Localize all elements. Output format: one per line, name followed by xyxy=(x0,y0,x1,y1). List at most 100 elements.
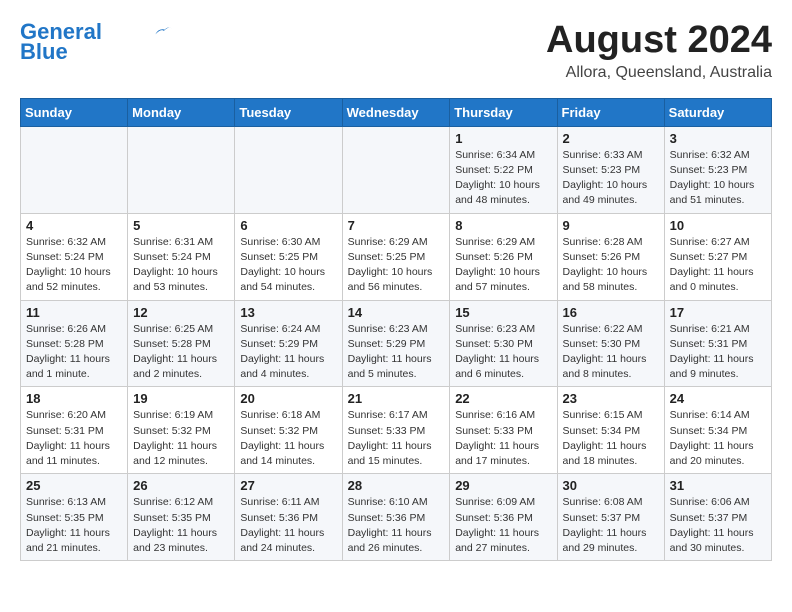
day-number: 20 xyxy=(240,391,336,406)
day-number: 24 xyxy=(670,391,766,406)
day-info: Sunrise: 6:30 AMSunset: 5:25 PMDaylight:… xyxy=(240,235,336,296)
day-info: Sunrise: 6:32 AMSunset: 5:24 PMDaylight:… xyxy=(26,235,122,296)
day-info: Sunrise: 6:17 AMSunset: 5:33 PMDaylight:… xyxy=(348,408,445,469)
calendar-header: SundayMondayTuesdayWednesdayThursdayFrid… xyxy=(21,98,772,126)
calendar-cell: 31 Sunrise: 6:06 AMSunset: 5:37 PMDayligh… xyxy=(664,474,771,561)
weekday-header-row: SundayMondayTuesdayWednesdayThursdayFrid… xyxy=(21,98,772,126)
week-row-3: 11Sunrise: 6:26 AMSunset: 5:28 PMDayligh… xyxy=(21,300,772,387)
calendar-cell xyxy=(21,126,128,213)
calendar-cell: 18 Sunrise: 6:20 AMSunset: 5:31 PMDayligh… xyxy=(21,387,128,474)
day-number: 1 xyxy=(455,131,551,146)
day-info: Sunrise: 6:08 AMSunset: 5:37 PMDaylight:… xyxy=(563,495,659,556)
calendar-cell xyxy=(128,126,235,213)
day-number: 7 xyxy=(348,218,445,233)
calendar-cell: 20 Sunrise: 6:18 AMSunset: 5:32 PMDayligh… xyxy=(235,387,342,474)
day-info: Sunrise: 6:23 AMSunset: 5:30 PMDaylight:… xyxy=(455,322,551,383)
day-number: 16 xyxy=(563,305,659,320)
day-number: 8 xyxy=(455,218,551,233)
day-info: Sunrise: 6:24 AMSunset: 5:29 PMDaylight:… xyxy=(240,322,336,383)
day-number: 9 xyxy=(563,218,659,233)
day-number: 21 xyxy=(348,391,445,406)
calendar-cell: 30Sunrise: 6:08 AMSunset: 5:37 PMDayligh… xyxy=(557,474,664,561)
weekday-header-sunday: Sunday xyxy=(21,98,128,126)
calendar-cell: 14 Sunrise: 6:23 AMSunset: 5:29 PMDayligh… xyxy=(342,300,450,387)
calendar-cell: 8 Sunrise: 6:29 AMSunset: 5:26 PMDaylight… xyxy=(450,213,557,300)
weekday-header-saturday: Saturday xyxy=(664,98,771,126)
calendar-cell: 22Sunrise: 6:16 AMSunset: 5:33 PMDayligh… xyxy=(450,387,557,474)
weekday-header-wednesday: Wednesday xyxy=(342,98,450,126)
calendar-cell: 29 Sunrise: 6:09 AMSunset: 5:36 PMDayligh… xyxy=(450,474,557,561)
page-header: General Blue August 2024 Allora, Queensl… xyxy=(20,20,772,82)
calendar-cell: 23Sunrise: 6:15 AMSunset: 5:34 PMDayligh… xyxy=(557,387,664,474)
day-info: Sunrise: 6:31 AMSunset: 5:24 PMDaylight:… xyxy=(133,235,229,296)
day-number: 14 xyxy=(348,305,445,320)
calendar-cell: 19Sunrise: 6:19 AMSunset: 5:32 PMDayligh… xyxy=(128,387,235,474)
calendar-cell: 24Sunrise: 6:14 AMSunset: 5:34 PMDayligh… xyxy=(664,387,771,474)
calendar-cell: 4 Sunrise: 6:32 AMSunset: 5:24 PMDaylight… xyxy=(21,213,128,300)
weekday-header-monday: Monday xyxy=(128,98,235,126)
day-number: 15 xyxy=(455,305,551,320)
day-number: 19 xyxy=(133,391,229,406)
day-number: 18 xyxy=(26,391,122,406)
day-info: Sunrise: 6:21 AMSunset: 5:31 PMDaylight:… xyxy=(670,322,766,383)
week-row-4: 18 Sunrise: 6:20 AMSunset: 5:31 PMDayligh… xyxy=(21,387,772,474)
calendar-cell xyxy=(235,126,342,213)
calendar-cell: 25 Sunrise: 6:13 AMSunset: 5:35 PMDayligh… xyxy=(21,474,128,561)
day-number: 31 xyxy=(670,478,766,493)
calendar-cell: 5 Sunrise: 6:31 AMSunset: 5:24 PMDaylight… xyxy=(128,213,235,300)
day-number: 17 xyxy=(670,305,766,320)
calendar-cell: 12Sunrise: 6:25 AMSunset: 5:28 PMDayligh… xyxy=(128,300,235,387)
day-info: Sunrise: 6:11 AMSunset: 5:36 PMDaylight:… xyxy=(240,495,336,556)
calendar-cell: 6 Sunrise: 6:30 AMSunset: 5:25 PMDaylight… xyxy=(235,213,342,300)
day-info: Sunrise: 6:10 AMSunset: 5:36 PMDaylight:… xyxy=(348,495,445,556)
calendar-cell: 3 Sunrise: 6:32 AMSunset: 5:23 PMDaylight… xyxy=(664,126,771,213)
calendar-cell: 16 Sunrise: 6:22 AMSunset: 5:30 PMDayligh… xyxy=(557,300,664,387)
weekday-header-tuesday: Tuesday xyxy=(235,98,342,126)
day-info: Sunrise: 6:23 AMSunset: 5:29 PMDaylight:… xyxy=(348,322,445,383)
day-number: 5 xyxy=(133,218,229,233)
day-info: Sunrise: 6:22 AMSunset: 5:30 PMDaylight:… xyxy=(563,322,659,383)
title-block: August 2024 Allora, Queensland, Australi… xyxy=(546,20,772,82)
day-number: 13 xyxy=(240,305,336,320)
calendar-cell: 13 Sunrise: 6:24 AMSunset: 5:29 PMDayligh… xyxy=(235,300,342,387)
day-number: 4 xyxy=(26,218,122,233)
calendar-cell: 9 Sunrise: 6:28 AMSunset: 5:26 PMDaylight… xyxy=(557,213,664,300)
day-number: 29 xyxy=(455,478,551,493)
month-year-title: August 2024 xyxy=(546,20,772,62)
calendar-cell: 26Sunrise: 6:12 AMSunset: 5:35 PMDayligh… xyxy=(128,474,235,561)
day-info: Sunrise: 6:13 AMSunset: 5:35 PMDaylight:… xyxy=(26,495,122,556)
location-subtitle: Allora, Queensland, Australia xyxy=(546,64,772,82)
logo-bird-icon xyxy=(152,24,172,38)
day-info: Sunrise: 6:27 AMSunset: 5:27 PMDaylight:… xyxy=(670,235,766,296)
day-info: Sunrise: 6:06 AMSunset: 5:37 PMDaylight:… xyxy=(670,495,766,556)
logo-blue-text: Blue xyxy=(20,40,68,64)
calendar-cell: 27 Sunrise: 6:11 AMSunset: 5:36 PMDayligh… xyxy=(235,474,342,561)
day-info: Sunrise: 6:29 AMSunset: 5:26 PMDaylight:… xyxy=(455,235,551,296)
calendar-cell: 11Sunrise: 6:26 AMSunset: 5:28 PMDayligh… xyxy=(21,300,128,387)
day-number: 10 xyxy=(670,218,766,233)
day-number: 2 xyxy=(563,131,659,146)
day-info: Sunrise: 6:20 AMSunset: 5:31 PMDaylight:… xyxy=(26,408,122,469)
day-number: 28 xyxy=(348,478,445,493)
day-info: Sunrise: 6:09 AMSunset: 5:36 PMDaylight:… xyxy=(455,495,551,556)
day-info: Sunrise: 6:18 AMSunset: 5:32 PMDaylight:… xyxy=(240,408,336,469)
day-info: Sunrise: 6:28 AMSunset: 5:26 PMDaylight:… xyxy=(563,235,659,296)
day-info: Sunrise: 6:32 AMSunset: 5:23 PMDaylight:… xyxy=(670,148,766,209)
day-info: Sunrise: 6:33 AMSunset: 5:23 PMDaylight:… xyxy=(563,148,659,209)
calendar-cell: 1Sunrise: 6:34 AMSunset: 5:22 PMDaylight… xyxy=(450,126,557,213)
day-number: 3 xyxy=(670,131,766,146)
day-number: 11 xyxy=(26,305,122,320)
weekday-header-thursday: Thursday xyxy=(450,98,557,126)
logo: General Blue xyxy=(20,20,172,64)
week-row-2: 4 Sunrise: 6:32 AMSunset: 5:24 PMDaylight… xyxy=(21,213,772,300)
calendar-cell: 7Sunrise: 6:29 AMSunset: 5:25 PMDaylight… xyxy=(342,213,450,300)
calendar-cell: 10 Sunrise: 6:27 AMSunset: 5:27 PMDayligh… xyxy=(664,213,771,300)
day-number: 26 xyxy=(133,478,229,493)
calendar-cell: 17 Sunrise: 6:21 AMSunset: 5:31 PMDayligh… xyxy=(664,300,771,387)
calendar-cell: 15 Sunrise: 6:23 AMSunset: 5:30 PMDayligh… xyxy=(450,300,557,387)
day-number: 27 xyxy=(240,478,336,493)
day-number: 25 xyxy=(26,478,122,493)
day-number: 6 xyxy=(240,218,336,233)
day-info: Sunrise: 6:25 AMSunset: 5:28 PMDaylight:… xyxy=(133,322,229,383)
calendar-cell: 2 Sunrise: 6:33 AMSunset: 5:23 PMDaylight… xyxy=(557,126,664,213)
